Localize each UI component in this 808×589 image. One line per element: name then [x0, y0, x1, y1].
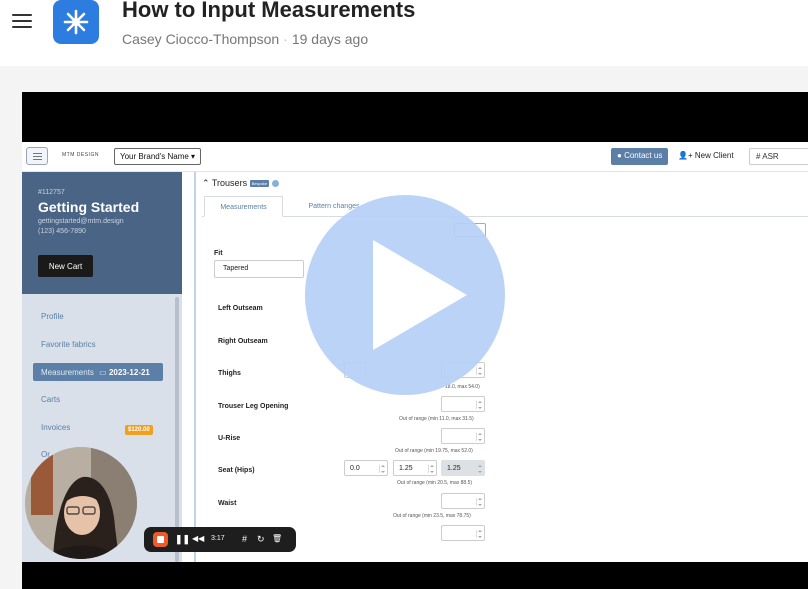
grid-icon[interactable]: # [242, 534, 247, 544]
trash-icon[interactable]: 🗑 [272, 534, 282, 544]
sidebar-item-carts[interactable]: Carts [41, 395, 60, 404]
trouser-leg-opening-range: Out of range (min 11.0, max 31.5) [399, 416, 474, 422]
measurements-date: 2023-12-21 [108, 368, 150, 377]
restart-icon[interactable]: ↻ [257, 534, 265, 544]
question-circle-icon: ● [617, 151, 622, 160]
author-name[interactable]: Casey Ciocco-Thompson [122, 31, 279, 47]
left-outseam-label: Left Outseam [218, 305, 263, 312]
play-icon [373, 240, 467, 350]
stop-recording-button[interactable] [153, 532, 168, 547]
video-age: 19 days ago [291, 31, 369, 47]
seat-input-1[interactable]: 0.0 [344, 460, 388, 476]
thighs-label: Thighs [218, 370, 241, 377]
asr-select[interactable]: # ASR [749, 148, 808, 165]
rewind-icon[interactable]: ◀◀ [192, 534, 204, 544]
thighs-range: 18.0, max 54.0) [445, 384, 480, 390]
menu-icon[interactable] [12, 12, 32, 30]
seat-label: Seat (Hips) [218, 467, 255, 474]
sidebar-item-invoices[interactable]: Invoices [41, 423, 70, 432]
waist-range: Out of range (min 23.5, max 78.75) [393, 513, 471, 519]
fit-label: Fit [214, 250, 223, 257]
snowflake-logo-icon [53, 0, 99, 44]
trouser-leg-opening-input[interactable] [441, 396, 485, 412]
seat-input-3[interactable]: 1.25 [441, 460, 485, 476]
trouser-leg-opening-label: Trouser Leg Opening [218, 403, 289, 410]
sidebar-item-measurements[interactable]: Measurements ▭ 2023-12-21 [33, 363, 163, 381]
brand-select[interactable]: Your Brand's Name ▾ [114, 148, 202, 165]
pause-icon[interactable]: ❚❚ [175, 534, 190, 544]
u-rise-input[interactable] [441, 428, 485, 444]
bespoke-badge: Bespoke [249, 180, 270, 188]
client-id: #112757 [38, 189, 65, 196]
sidebar-item-favorite-fabrics[interactable]: Favorite fabrics [41, 340, 96, 349]
sidebar-scrollbar[interactable] [175, 297, 179, 562]
seat-input-2[interactable]: 1.25 [393, 460, 437, 476]
app-topbar: MTM DESIGN Your Brand's Name ▾ ● Contact… [22, 142, 808, 172]
client-phone: (123) 456-7890 [38, 228, 86, 235]
sidebar-item-profile[interactable]: Profile [41, 312, 64, 321]
play-button[interactable] [305, 195, 505, 395]
app-menu-button[interactable] [26, 147, 48, 165]
next-measurement-input[interactable] [441, 525, 485, 541]
tab-measurements[interactable]: Measurements [204, 196, 283, 217]
divider [194, 172, 196, 562]
mtm-logo: MTM DESIGN [62, 152, 99, 158]
fit-select[interactable]: Tapered [214, 260, 304, 278]
right-outseam-label: Right Outseam [218, 338, 268, 345]
user-plus-icon: 👤+ [678, 151, 693, 160]
video-title: How to Input Measurements [122, 0, 416, 22]
measurements-form: ⌃ Trousers Bespoke Measurements Pattern … [202, 172, 808, 562]
recording-time: 3:17 [211, 535, 225, 542]
u-rise-range: Out of range (min 19.75, max 52.0) [395, 448, 473, 454]
calendar-icon: ▭ [99, 368, 107, 377]
new-cart-button[interactable]: New Cart [38, 255, 93, 277]
section-title[interactable]: ⌃ Trousers Bespoke [202, 178, 279, 189]
recording-controls: ❚❚ ◀◀ 3:17 # ↻ 🗑 [144, 527, 296, 552]
video-header: How to Input Measurements Casey Ciocco-T… [0, 0, 808, 66]
presenter-webcam [25, 447, 137, 559]
video-letterbox [22, 562, 808, 589]
client-name: Getting Started [38, 199, 140, 215]
info-icon[interactable] [271, 180, 279, 188]
seat-range: Out of range (min 20.5, max 88.5) [397, 480, 473, 486]
video-player[interactable]: MTM DESIGN Your Brand's Name ▾ ● Contact… [22, 92, 808, 589]
new-client-button[interactable]: 👤+ New Client [678, 151, 734, 160]
tab-bar: Measurements Pattern changes [202, 196, 808, 217]
client-email: gettingstarted@mtm.design [38, 218, 124, 225]
contact-us-button[interactable]: ● Contact us [611, 148, 669, 165]
waist-label: Waist [218, 500, 237, 507]
waist-input[interactable] [441, 493, 485, 509]
u-rise-label: U-Rise [218, 435, 241, 442]
invoices-badge: $120.00 [125, 425, 153, 435]
video-meta: Casey Ciocco-Thompson · 19 days ago [122, 31, 369, 47]
